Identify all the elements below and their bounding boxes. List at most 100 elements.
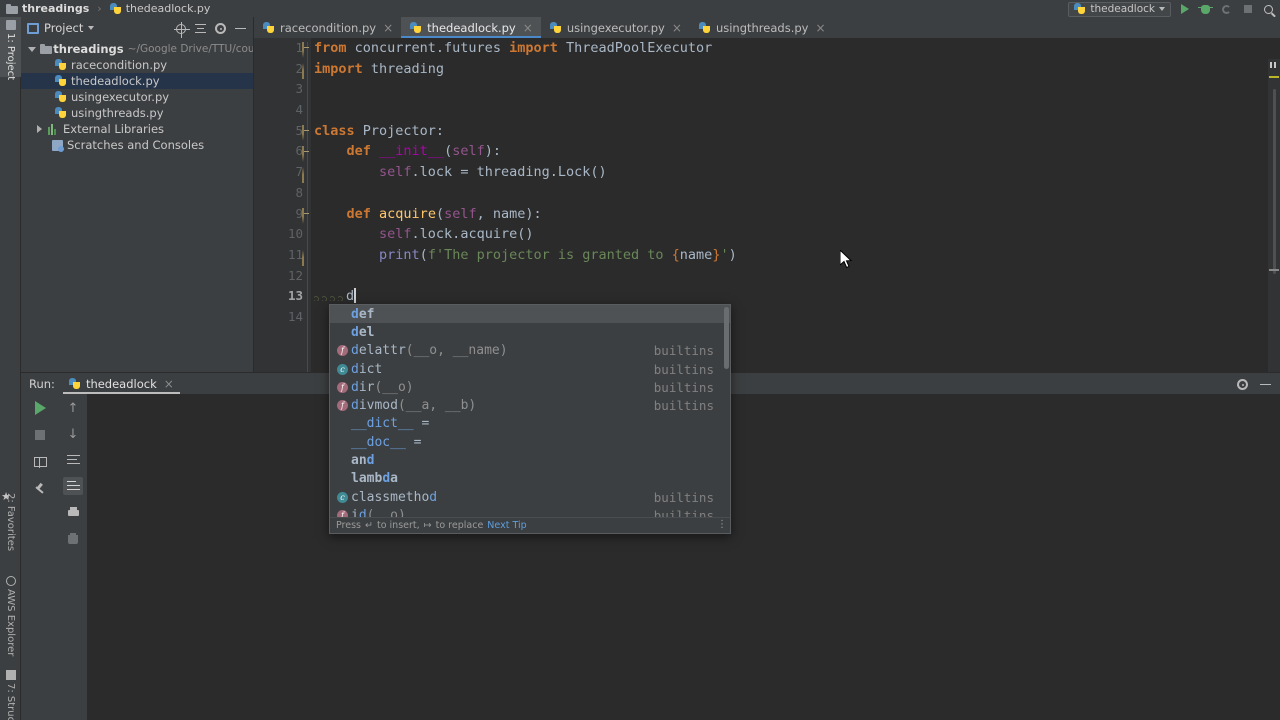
python-config-icon — [1074, 3, 1086, 15]
down-button[interactable]: ↓ — [63, 425, 83, 443]
sidebar-tab-favorites[interactable]: ★ 2: Favorites — [0, 487, 21, 563]
layout-button[interactable] — [30, 453, 50, 471]
stop-button[interactable] — [1240, 2, 1255, 17]
tree-item-racecondition[interactable]: racecondition.py — [21, 57, 253, 73]
close-icon[interactable]: × — [383, 22, 393, 34]
completion-item-dunder-doc[interactable]: __doc__ = — [330, 433, 730, 451]
library-icon — [48, 123, 59, 135]
hide-icon[interactable] — [1257, 377, 1274, 392]
code-completion-popup[interactable]: def del f delattr(__o, __name) builtins … — [329, 304, 731, 534]
project-icon — [27, 22, 39, 34]
print-button[interactable] — [63, 503, 83, 521]
mouse-cursor — [840, 250, 853, 269]
close-icon[interactable]: × — [672, 22, 682, 34]
sidebar-tab-project[interactable]: 1: Project — [0, 17, 21, 80]
locate-icon[interactable] — [172, 21, 190, 38]
function-icon: f — [337, 345, 351, 357]
completion-item-def[interactable]: def — [330, 305, 730, 324]
tree-item-label: thedeadlock.py — [71, 74, 160, 88]
completion-item-and[interactable]: and — [330, 451, 730, 469]
left-tool-strip: 1: Project ★ 2: Favorites AWS Explorer 7… — [0, 17, 21, 720]
breadcrumb-project[interactable]: threadings — [22, 2, 89, 15]
completion-scrollbar[interactable] — [724, 307, 729, 369]
run-button[interactable] — [1177, 2, 1192, 17]
scratch-icon — [52, 139, 64, 152]
pycharm-window: threadings › thedeadlock.py thedeadlock … — [0, 0, 1280, 720]
completion-item-classmethod[interactable]: c classmethod builtins — [330, 488, 730, 506]
chevron-down-icon[interactable] — [88, 26, 95, 30]
close-icon[interactable]: × — [164, 378, 174, 390]
tree-item-usingthreads[interactable]: usingthreads.py — [21, 105, 253, 121]
close-icon[interactable]: × — [815, 22, 825, 34]
stop-button[interactable] — [30, 426, 50, 444]
python-file-icon — [68, 377, 81, 390]
completion-module: builtins — [653, 343, 714, 359]
chevron-down-icon — [1159, 7, 1165, 11]
tree-item-scratches-and-consoles[interactable]: Scratches and Consoles — [21, 137, 253, 153]
python-file-icon — [410, 21, 422, 34]
completion-label: id(__o) — [351, 507, 406, 517]
text-caret — [354, 288, 356, 304]
editor-marker-bar[interactable] — [1268, 59, 1280, 393]
completion-item-del[interactable]: del — [330, 323, 730, 341]
completion-item-dir[interactable]: f dir(__o) builtins — [330, 378, 730, 396]
completion-item-lambda[interactable]: lambda — [330, 470, 730, 488]
breadcrumb-file[interactable]: thedeadlock.py — [126, 2, 211, 15]
rerun-button[interactable] — [30, 399, 50, 417]
soft-wrap-button[interactable] — [63, 451, 83, 469]
completion-item-delattr[interactable]: f delattr(__o, __name) builtins — [330, 342, 730, 360]
settings-gear-icon[interactable] — [212, 21, 229, 36]
completion-item-dunder-dict[interactable]: __dict__ = — [330, 415, 730, 433]
completion-list[interactable]: def del f delattr(__o, __name) builtins … — [330, 305, 730, 517]
sidebar-tab-aws-explorer[interactable]: AWS Explorer — [0, 573, 21, 657]
coverage-button[interactable] — [1219, 2, 1234, 17]
folder-icon — [6, 3, 18, 14]
project-panel-header: Project — [21, 17, 253, 39]
tree-item-threadings[interactable]: threadings ~/Google Drive/TTU/courses/..… — [21, 41, 253, 57]
scroll-to-end-button[interactable] — [63, 477, 83, 495]
completion-item-id[interactable]: f id(__o) builtins — [330, 506, 730, 517]
completion-label: divmod(__a, __b) — [351, 398, 477, 414]
next-tip-link[interactable]: Next Tip — [487, 520, 526, 531]
inspection-status-icon[interactable] — [1270, 62, 1278, 68]
hide-icon[interactable] — [232, 21, 249, 36]
tree-item-label: threadings — [53, 42, 124, 56]
class-icon: c — [337, 363, 351, 375]
tree-item-external-libraries[interactable]: External Libraries — [21, 121, 253, 137]
tab-usingthreads[interactable]: usingthreads.py × — [689, 17, 834, 38]
collapse-all-icon[interactable] — [192, 21, 209, 36]
tree-item-label: usingexecutor.py — [71, 90, 170, 104]
footer-hint-mid: to insert, — [376, 520, 420, 531]
expand-arrow-icon[interactable] — [27, 46, 36, 52]
sidebar-tab-structure[interactable]: 7: Structure — [0, 667, 21, 720]
tab-usingexecutor[interactable]: usingexecutor.py × — [540, 17, 690, 38]
code-line-11: print(f'The projector is granted to {nam… — [379, 246, 737, 263]
expand-arrow-icon[interactable] — [35, 125, 44, 133]
sidebar-tab-structure-label: 7: Structure — [5, 683, 16, 720]
editor-scrollbar[interactable] — [1273, 89, 1276, 274]
run-configuration-selector[interactable]: thedeadlock — [1068, 1, 1171, 17]
run-session-tab[interactable]: thedeadlock × — [62, 373, 180, 394]
tree-item-thedeadlock[interactable]: thedeadlock.py — [21, 73, 253, 89]
completion-label: __dict__ = — [351, 416, 430, 432]
search-everywhere-button[interactable] — [1261, 2, 1276, 17]
warning-marker[interactable] — [1269, 76, 1279, 78]
tab-racecondition[interactable]: racecondition.py × — [254, 17, 402, 38]
run-session-name: thedeadlock — [85, 376, 157, 391]
pin-button[interactable] — [30, 480, 50, 498]
clear-all-button[interactable] — [63, 529, 83, 547]
tree-item-usingexecutor[interactable]: usingexecutor.py — [21, 89, 253, 105]
function-icon: f — [337, 509, 351, 517]
structure-icon — [5, 670, 16, 680]
settings-gear-icon[interactable] — [1234, 377, 1251, 392]
tab-thedeadlock[interactable]: thedeadlock.py × — [401, 17, 541, 38]
close-icon[interactable]: × — [523, 22, 533, 34]
code-line-6: def __init__(self): — [346, 143, 501, 160]
up-button[interactable]: ↑ — [63, 399, 83, 417]
completion-item-dict[interactable]: c dict builtins — [330, 360, 730, 378]
run-toolbar-primary — [21, 394, 59, 720]
completion-item-divmod[interactable]: f divmod(__a, __b) builtins — [330, 396, 730, 414]
debug-button[interactable] — [1198, 2, 1213, 17]
python-file-icon — [698, 21, 711, 34]
more-options-icon[interactable]: ⋮ — [717, 520, 727, 530]
